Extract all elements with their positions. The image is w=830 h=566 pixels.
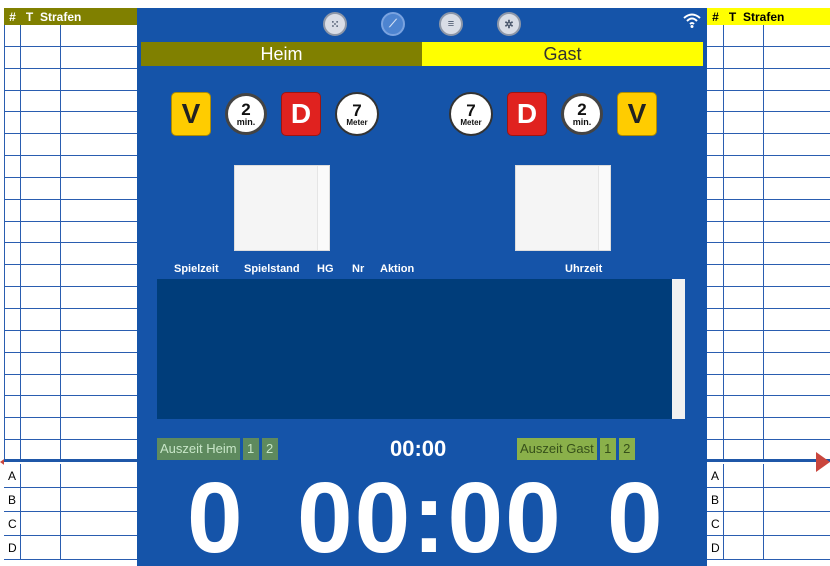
toolbar: ⁙ ⟋ ≡ ✲ — [137, 8, 707, 40]
guest-timeouts: Auszeit Gast 1 2 — [517, 438, 635, 460]
home-action-buttons: V 2 min. D 7 Meter — [171, 92, 379, 136]
team-names: Heim Gast — [141, 42, 703, 66]
guest-suspension-button[interactable]: 2 min. — [561, 93, 603, 135]
col-uhrzeit: Uhrzeit — [565, 263, 603, 275]
guest-disqualification-button[interactable]: D — [507, 92, 547, 136]
home-team-name[interactable]: Heim — [141, 42, 422, 66]
home-timeout-2[interactable]: 2 — [261, 438, 278, 460]
game-clock[interactable]: 00:00 — [297, 463, 563, 566]
col-hg: HG — [317, 263, 334, 275]
guest-timeout-2[interactable]: 2 — [618, 438, 635, 460]
home-table-header: # T Strafen — [4, 8, 137, 25]
guest-officials[interactable]: A B C D — [707, 464, 830, 560]
wifi-icon — [683, 12, 701, 33]
keypad-icon[interactable]: ⁙ — [323, 12, 347, 36]
col-spielstand: Spielstand — [244, 263, 300, 275]
home-disqualification-button[interactable]: D — [281, 92, 321, 136]
guest-timeout-1[interactable]: 1 — [599, 438, 616, 460]
guest-team-name[interactable]: Gast — [422, 42, 703, 66]
timeout-clock: 00:00 — [390, 436, 447, 461]
home-penalty-table: # T Strafen A B C D — [4, 8, 137, 566]
home-player-list[interactable] — [234, 165, 330, 251]
col-nr: Nr — [352, 263, 365, 275]
guest-player-list[interactable] — [515, 165, 611, 251]
guest-warning-button[interactable]: V — [617, 92, 657, 136]
guest-score[interactable]: 0 — [607, 463, 663, 566]
scrollbar[interactable] — [317, 166, 329, 250]
table-divider — [707, 459, 830, 462]
home-warning-button[interactable]: V — [171, 92, 211, 136]
home-score[interactable]: 0 — [187, 463, 243, 566]
guest-table-header: # T Strafen — [707, 8, 830, 25]
home-seven-meter-button[interactable]: 7 Meter — [335, 92, 379, 136]
home-suspension-button[interactable]: 2 min. — [225, 93, 267, 135]
settings-icon[interactable]: ✲ — [497, 12, 521, 36]
compass-icon[interactable]: ⟋ — [381, 12, 405, 36]
event-log[interactable] — [157, 279, 685, 419]
home-timeouts: Auszeit Heim 1 2 — [157, 438, 278, 460]
home-timeout-button[interactable]: Auszeit Heim — [157, 438, 240, 460]
col-spielzeit: Spielzeit — [174, 263, 219, 275]
list-icon[interactable]: ≡ — [439, 12, 463, 36]
guest-player-grid[interactable] — [707, 25, 830, 462]
col-aktion: Aktion — [380, 263, 415, 275]
home-officials[interactable]: A B C D — [4, 464, 137, 560]
home-timeout-1[interactable]: 1 — [242, 438, 259, 460]
guest-timeout-button[interactable]: Auszeit Gast — [517, 438, 597, 460]
guest-penalty-table: # T Strafen A B C D — [707, 8, 830, 566]
guest-action-buttons: 7 Meter D 2 min. V — [449, 92, 657, 136]
scrollbar[interactable] — [598, 166, 610, 250]
home-player-grid[interactable] — [4, 25, 137, 462]
scoreboard: ⁙ ⟋ ≡ ✲ Heim Gast V 2 min. D 7 Meter 7 M… — [137, 8, 707, 566]
scrollbar[interactable] — [672, 279, 685, 419]
guest-seven-meter-button[interactable]: 7 Meter — [449, 92, 493, 136]
table-divider — [4, 459, 137, 462]
